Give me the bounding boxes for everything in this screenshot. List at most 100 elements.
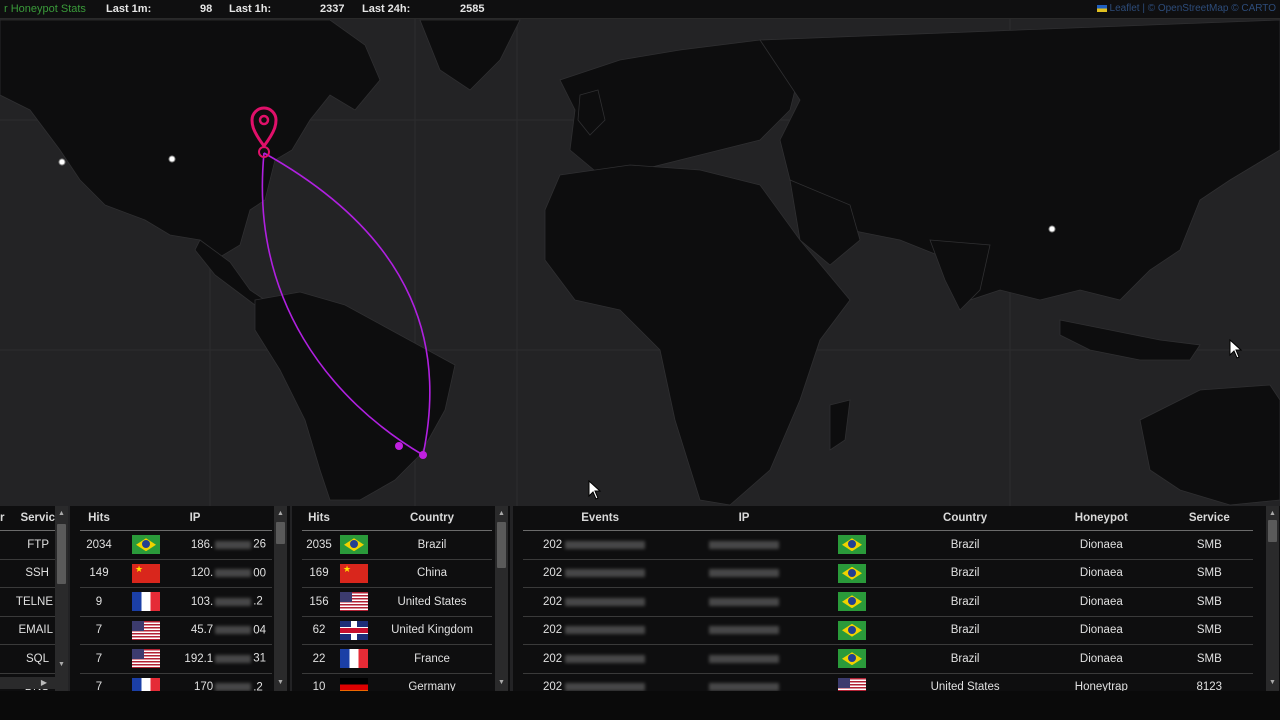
- country-name: Brazil: [893, 530, 1038, 560]
- country-name: Brazil: [372, 530, 492, 560]
- service-name: SQL: [8, 644, 55, 674]
- top-ips-panel[interactable]: Hits IP 2034 186.26 149 120.00 9 103..2 …: [70, 506, 290, 691]
- scroll-right-icon[interactable]: ▶: [41, 677, 47, 689]
- last-1h-value: 2337: [320, 3, 345, 15]
- col-header: Events: [523, 506, 678, 531]
- table-row[interactable]: SQL: [0, 644, 55, 674]
- table-row[interactable]: SSH: [0, 559, 55, 588]
- service-name: TELNE: [8, 587, 55, 617]
- service-name: 8123: [1165, 673, 1253, 691]
- table-row[interactable]: 202 Brazil Dionaea SMB: [523, 530, 1253, 560]
- redacted-ip: [215, 683, 252, 691]
- vertical-scrollbar[interactable]: ▲ ▼: [1266, 506, 1279, 691]
- brazil-flag-icon: [838, 535, 866, 555]
- scroll-thumb[interactable]: [1268, 520, 1277, 542]
- service-table: r Servic FTP SSH TELNE EMAIL SQL DNS: [0, 506, 55, 691]
- source-point: [419, 451, 427, 459]
- ip-suffix: 00: [253, 567, 266, 580]
- ip-suffix: 31: [253, 652, 266, 665]
- table-row[interactable]: TELNE: [0, 587, 55, 617]
- france-flag-icon: [132, 677, 160, 691]
- stats-bar: r Honeypot Stats Last 1m: 98 Last 1h: 23…: [0, 0, 1280, 19]
- col-header: Service: [1165, 506, 1253, 531]
- france-flag-icon: [340, 649, 368, 669]
- ip-prefix: 45.7: [190, 624, 214, 637]
- table-row[interactable]: 202 Brazil Dionaea SMB: [523, 644, 1253, 674]
- scroll-up-icon[interactable]: ▲: [495, 508, 508, 520]
- scroll-up-icon[interactable]: ▲: [274, 508, 287, 520]
- event-time: 202: [543, 595, 563, 608]
- brazil-flag-icon: [838, 563, 866, 583]
- honeypot-name: Honeytrap: [1037, 673, 1166, 691]
- table-row[interactable]: EMAIL: [0, 616, 55, 645]
- vertical-scrollbar[interactable]: ▲ ▼: [55, 506, 68, 691]
- hits-value: 22: [302, 644, 336, 674]
- honeypot-name: Dionaea: [1037, 530, 1166, 560]
- table-row[interactable]: 202 Brazil Dionaea SMB: [523, 616, 1253, 645]
- honeypot-dot: [1048, 225, 1056, 233]
- scroll-down-icon[interactable]: ▼: [495, 677, 508, 689]
- table-row[interactable]: 7 45.7 04: [80, 616, 272, 645]
- table-row[interactable]: 62 United Kingdom: [302, 616, 492, 645]
- mouse-cursor-icon: [1229, 339, 1243, 359]
- table-row[interactable]: 2034 186. 26: [80, 530, 272, 560]
- last-24h-value: 2585: [460, 3, 485, 15]
- vertical-scrollbar[interactable]: ▲ ▼: [495, 506, 508, 691]
- top-ips-table: Hits IP 2034 186.26 149 120.00 9 103..2 …: [80, 506, 272, 691]
- last-1h-label: Last 1h:: [229, 3, 272, 15]
- hits-value: 10: [302, 673, 336, 691]
- last-1m-label: Last 1m:: [106, 3, 152, 15]
- table-row[interactable]: 202 Brazil Dionaea SMB: [523, 587, 1253, 617]
- service-name: SMB: [1165, 616, 1253, 645]
- table-row[interactable]: 202 Brazil Dionaea SMB: [523, 559, 1253, 588]
- redacted-timestamp: [565, 569, 646, 578]
- honeypot-dot: [58, 158, 66, 166]
- ip-suffix: 26: [253, 538, 266, 551]
- scroll-down-icon[interactable]: ▼: [55, 659, 68, 671]
- usa-flag-icon: [132, 620, 160, 640]
- vertical-scrollbar[interactable]: ▲ ▼: [274, 506, 287, 691]
- redacted-ip: [215, 654, 252, 663]
- table-row[interactable]: 22 France: [302, 644, 492, 674]
- table-row[interactable]: 10 Germany: [302, 673, 492, 691]
- hits-value: 9: [80, 587, 118, 617]
- redacted-timestamp: [565, 654, 646, 663]
- col-header: Hits: [302, 506, 336, 531]
- table-row[interactable]: 2035 Brazil: [302, 530, 492, 560]
- scroll-down-icon[interactable]: ▼: [1266, 677, 1279, 689]
- scroll-thumb[interactable]: [497, 522, 506, 568]
- ip-prefix: 186.: [190, 538, 214, 551]
- table-row[interactable]: 156 United States: [302, 587, 492, 617]
- ip-prefix: 192.1: [184, 652, 214, 665]
- table-row[interactable]: 9 103. .2: [80, 587, 272, 617]
- scroll-down-icon[interactable]: ▼: [274, 677, 287, 689]
- france-flag-icon: [132, 592, 160, 612]
- table-row[interactable]: 7 170 .2: [80, 673, 272, 691]
- top-countries-panel[interactable]: Hits Country 2035 Brazil 169 China 156 U…: [292, 506, 510, 691]
- table-row[interactable]: 7 192.1 31: [80, 644, 272, 674]
- scroll-thumb[interactable]: [57, 524, 66, 584]
- ip-prefix: 170: [194, 681, 214, 691]
- table-row[interactable]: 169 China: [302, 559, 492, 588]
- service-name: SMB: [1165, 530, 1253, 560]
- country-name: United Kingdom: [372, 616, 492, 645]
- horizontal-scrollbar[interactable]: ▶: [0, 677, 55, 689]
- hits-value: 2034: [80, 530, 118, 560]
- col-header: r: [0, 506, 8, 531]
- table-row[interactable]: 149 120. 00: [80, 559, 272, 588]
- country-name: United States: [893, 673, 1038, 691]
- scroll-up-icon[interactable]: ▲: [1266, 508, 1279, 520]
- scroll-thumb[interactable]: [276, 522, 285, 544]
- last-24h-label: Last 24h:: [362, 3, 411, 15]
- table-row[interactable]: 202 United States Honeytrap 8123: [523, 673, 1253, 691]
- table-row[interactable]: FTP: [0, 530, 55, 560]
- service-name: SMB: [1165, 559, 1253, 588]
- scroll-up-icon[interactable]: ▲: [55, 508, 68, 520]
- map-attribution[interactable]: Leaflet | © OpenStreetMap © CARTO: [1096, 3, 1276, 14]
- redacted-timestamp: [565, 540, 646, 549]
- bottom-bar: [0, 691, 1280, 720]
- redacted-ip: [215, 597, 252, 606]
- live-events-panel[interactable]: Events IP Country Honeypot Service 202 B…: [513, 506, 1280, 691]
- service-panel[interactable]: r Servic FTP SSH TELNE EMAIL SQL DNS ▲ ▼: [0, 506, 68, 691]
- brazil-flag-icon: [132, 535, 160, 555]
